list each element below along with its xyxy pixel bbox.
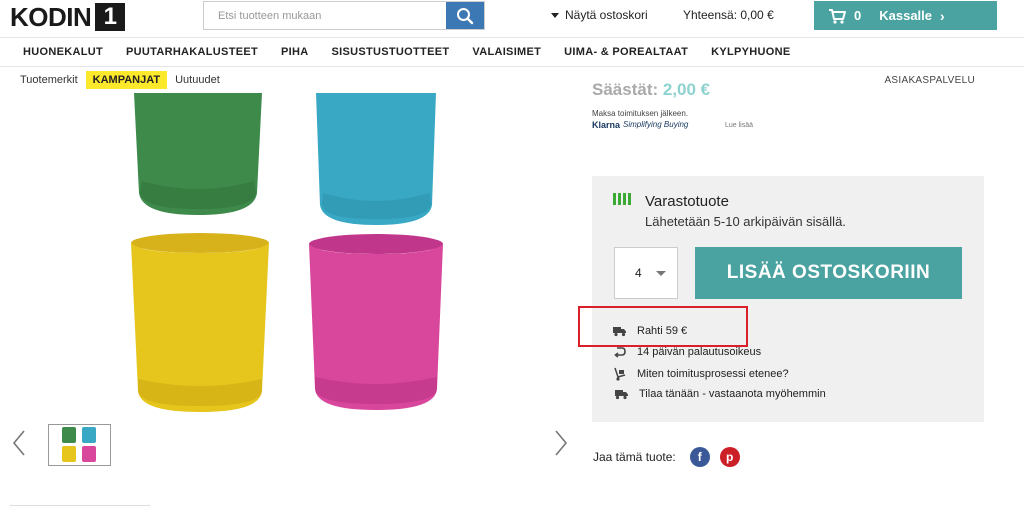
search-input[interactable]	[204, 2, 446, 29]
stock-status-title: Varastotuote	[645, 193, 729, 210]
product-thumbnail[interactable]	[48, 424, 111, 466]
subnav-news[interactable]: Uutuudet	[175, 74, 220, 86]
thumbnail-image	[62, 427, 96, 462]
search-icon	[457, 7, 474, 24]
show-cart-label: Näytä ostoskori	[565, 8, 648, 22]
subnav-campaigns[interactable]: KAMPANJAT	[85, 71, 168, 89]
pinterest-share-icon[interactable]: p	[719, 447, 740, 467]
shipping-highlight-box	[578, 306, 748, 347]
savings-value: 2,00 €	[662, 80, 711, 99]
nav-item-huonekalut[interactable]: HUONEKALUT	[23, 46, 103, 58]
nav-item-uima-porealtaat[interactable]: UIMA- & POREALTAAT	[564, 46, 688, 58]
delivery-process-link[interactable]: Miten toimitusprosessi etenee?	[637, 368, 789, 380]
klarna-tagline: Simplifying Buying	[623, 120, 689, 129]
checkout-label: Kassalle	[879, 8, 932, 23]
product-image[interactable]	[120, 93, 450, 415]
quantity-select[interactable]: 4	[614, 247, 678, 299]
purchase-panel	[592, 176, 984, 422]
savings-label: Säästät:	[592, 80, 659, 99]
klarna-logo: Klarna	[592, 120, 621, 130]
next-image-arrow-icon[interactable]	[554, 430, 568, 456]
quantity-value: 4	[635, 266, 642, 280]
subnav-customer-service[interactable]: ASIAKASPALVELU	[884, 75, 975, 86]
sub-navigation: Tuotemerkit KAMPANJAT Uutuudet ASIAKASPA…	[0, 68, 1024, 92]
cart-icon	[829, 8, 846, 24]
candle-holders-image	[131, 93, 443, 412]
order-now-info: Tilaa tänään - vastaanota myöhemmin	[613, 388, 826, 400]
divider	[10, 505, 150, 506]
previous-image-arrow-icon[interactable]	[12, 430, 26, 456]
site-header: KODIN 1 Näytä ostoskori Yhteensä: 0,00 €…	[0, 0, 1024, 36]
stock-status-subtitle: Lähetetään 5-10 arkipäivän sisällä.	[645, 214, 846, 229]
search-button[interactable]	[446, 2, 484, 29]
logo-text: KODIN	[10, 1, 92, 32]
nav-item-sisustustuotteet[interactable]: SISUSTUSTUOTTEET	[332, 46, 450, 58]
klarna-note: Maksa toimituksen jälkeen.	[592, 109, 689, 118]
share-label: Jaa tämä tuote:	[593, 450, 676, 464]
show-cart-toggle[interactable]: Näytä ostoskori	[551, 8, 648, 22]
returns-info: 14 päivän palautusoikeus	[613, 346, 761, 358]
chevron-right-icon: ›	[940, 7, 945, 24]
klarna-read-more-link[interactable]: Lue lisää	[725, 122, 753, 129]
main-navigation: HUONEKALUT PUUTARHAKALUSTEET PIHA SISUST…	[0, 37, 1024, 67]
stock-level-icon	[613, 193, 631, 205]
delivery-clock-icon	[615, 390, 628, 400]
caret-down-icon	[655, 270, 666, 276]
order-now-text: Tilaa tänään - vastaanota myöhemmin	[639, 388, 826, 400]
facebook-share-icon[interactable]: f	[689, 447, 710, 467]
returns-text: 14 päivän palautusoikeus	[637, 346, 762, 358]
subnav-brands[interactable]: Tuotemerkit	[20, 74, 78, 86]
return-arrow-icon	[614, 347, 626, 358]
logo-number: 1	[95, 3, 126, 31]
nav-item-kylpyhuone[interactable]: KYLPYHUONE	[711, 46, 790, 58]
nav-item-piha[interactable]: PIHA	[281, 46, 308, 58]
search-bar	[203, 1, 485, 30]
nav-item-puutarhakalusteet[interactable]: PUUTARHAKALUSTEET	[126, 46, 258, 58]
savings-text: Säästät: 2,00 €	[592, 80, 710, 100]
share-section: Jaa tämä tuote: f p	[593, 447, 740, 467]
cart-total: Yhteensä: 0,00 €	[683, 8, 774, 22]
cart-count: 0	[854, 8, 862, 23]
checkout-button[interactable]: 0 Kassalle ›	[814, 1, 997, 30]
hand-truck-icon	[614, 367, 626, 381]
delivery-process-info[interactable]: Miten toimitusprosessi etenee?	[613, 367, 789, 381]
caret-down-icon	[551, 12, 559, 18]
add-to-cart-button[interactable]: LISÄÄ OSTOSKORIIN	[695, 247, 962, 299]
kodin1-logo[interactable]: KODIN 1	[10, 1, 126, 32]
nav-item-valaisimet[interactable]: VALAISIMET	[472, 46, 541, 58]
